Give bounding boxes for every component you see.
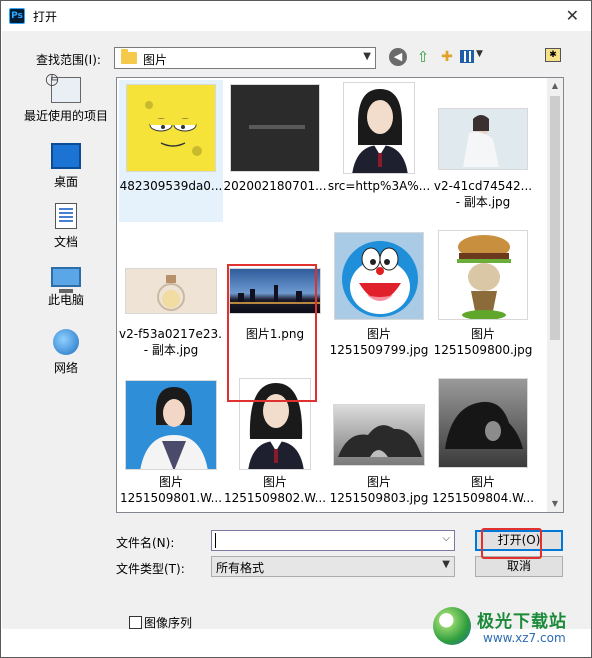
scroll-up-icon[interactable]: ▲ bbox=[547, 78, 563, 94]
cancel-button[interactable]: 取消 bbox=[475, 556, 563, 577]
file-name: 图片 bbox=[158, 475, 183, 489]
chevron-down-icon: ▼ bbox=[363, 51, 371, 62]
back-icon[interactable]: ◀ bbox=[389, 48, 407, 66]
dark-image-thumbnail bbox=[230, 84, 320, 172]
places-bar: 最近使用的项目 桌面 文档 此电脑 网络 bbox=[20, 69, 112, 377]
file-name-suffix: 1251509801.W... bbox=[119, 491, 223, 505]
look-in-dropdown[interactable]: 图片 ▼ bbox=[114, 47, 376, 69]
spongebob-thumbnail bbox=[126, 84, 216, 172]
look-in-label: 查找范围(I): bbox=[36, 53, 101, 67]
file-item[interactable]: 482309539da0... bbox=[119, 80, 223, 222]
place-network[interactable]: 网络 bbox=[20, 329, 112, 376]
perfume-bottle-thumbnail bbox=[125, 268, 217, 314]
open-dialog: Ps 打开 ✕ 查找范围(I): 图片 ▼ ◀ ⇧ ✚ ▼ ✱ 最近使用的项目 … bbox=[0, 0, 592, 658]
file-name: 图片 bbox=[366, 475, 391, 489]
file-item[interactable]: v2-41cd74542... - 副本.jpg bbox=[431, 80, 535, 222]
filetype-label: 文件类型(T): bbox=[116, 562, 185, 576]
filetype-dropdown[interactable]: 所有格式 ▼ bbox=[211, 556, 455, 577]
up-folder-icon[interactable]: ⇧ bbox=[414, 48, 432, 66]
file-item[interactable]: 图片 1251509799.jpg bbox=[327, 226, 431, 368]
file-name-suffix: - 副本.jpg bbox=[143, 343, 199, 357]
place-desktop[interactable]: 桌面 bbox=[20, 143, 112, 190]
file-item[interactable]: 图片 1251509803.jpg bbox=[327, 374, 431, 512]
chevron-down-icon: ▼ bbox=[442, 559, 450, 570]
library-icon[interactable]: ✱ bbox=[545, 48, 561, 62]
close-icon[interactable]: ✕ bbox=[566, 6, 579, 25]
watermark-logo-icon bbox=[433, 607, 471, 645]
window-title: 打开 bbox=[33, 10, 58, 24]
watermark-url: www.xz7.com bbox=[483, 631, 566, 645]
documents-icon bbox=[55, 203, 77, 229]
desktop-icon bbox=[51, 143, 81, 169]
file-name-suffix: 1251509804.W... bbox=[431, 491, 535, 505]
file-name: v2-41cd74542... bbox=[433, 179, 533, 193]
place-label: 此电脑 bbox=[47, 293, 84, 307]
image-sequence-label: 图像序列 bbox=[144, 616, 193, 630]
portrait-thumbnail bbox=[343, 82, 415, 174]
place-computer[interactable]: 此电脑 bbox=[20, 267, 112, 308]
rock-arch-thumbnail bbox=[333, 404, 425, 466]
file-name: 482309539da0... bbox=[119, 179, 223, 193]
burger-tower-thumbnail bbox=[438, 230, 528, 320]
folder-icon bbox=[121, 49, 137, 64]
filename-input[interactable]: ⌵ bbox=[211, 530, 455, 551]
file-name-suffix: 1251509799.jpg bbox=[329, 343, 429, 357]
file-list[interactable]: 482309539da0... 202002180701... src=http… bbox=[116, 77, 564, 513]
vertical-scrollbar[interactable]: ▲ ▼ bbox=[547, 78, 563, 512]
file-name: 图片 bbox=[366, 327, 391, 341]
file-item[interactable]: 图片 1251509800.jpg bbox=[431, 226, 535, 368]
file-name: src=http%3A%... bbox=[327, 179, 431, 193]
chevron-down-icon: ▼ bbox=[476, 49, 483, 59]
network-icon bbox=[53, 329, 79, 355]
file-item[interactable]: src=http%3A%... bbox=[327, 80, 431, 222]
grid-view-icon bbox=[460, 50, 474, 63]
scroll-thumb[interactable] bbox=[550, 96, 560, 340]
scroll-down-icon[interactable]: ▼ bbox=[547, 496, 563, 512]
image-sequence-checkbox[interactable] bbox=[129, 616, 142, 629]
file-name: 图片 bbox=[470, 327, 495, 341]
photoshop-logo-icon: Ps bbox=[9, 8, 25, 24]
filetype-value: 所有格式 bbox=[216, 561, 265, 575]
filename-label: 文件名(N): bbox=[116, 536, 175, 550]
watermark: 极光下载站 www.xz7.com bbox=[433, 605, 592, 655]
chevron-down-icon[interactable]: ⌵ bbox=[442, 533, 450, 544]
look-in-value: 图片 bbox=[143, 53, 168, 67]
watermark-text: 极光下载站 bbox=[477, 612, 567, 632]
file-name: 图片 bbox=[262, 475, 287, 489]
doraemon-thumbnail bbox=[334, 232, 424, 320]
file-item[interactable]: 图片 1251509801.W... bbox=[119, 374, 223, 512]
title-bar: Ps 打开 ✕ bbox=[1, 1, 591, 31]
place-label: 桌面 bbox=[53, 175, 78, 189]
highlight-box bbox=[481, 528, 542, 559]
file-name-suffix: 1251509800.jpg bbox=[433, 343, 533, 357]
rock-formation-thumbnail bbox=[438, 378, 528, 468]
highlight-box bbox=[227, 264, 317, 402]
new-folder-icon[interactable]: ✚ bbox=[438, 48, 456, 66]
file-name-suffix: 1251509802.W... bbox=[223, 491, 327, 505]
file-name-suffix: 1251509803.jpg bbox=[329, 491, 429, 505]
text-caret bbox=[215, 533, 216, 548]
recent-icon bbox=[45, 69, 81, 103]
file-name-suffix: - 副本.jpg bbox=[455, 195, 511, 209]
girl-photo-thumbnail bbox=[438, 108, 528, 170]
place-label: 网络 bbox=[53, 361, 78, 375]
file-name: 202002180701... bbox=[223, 179, 327, 193]
place-label: 文档 bbox=[53, 235, 78, 249]
view-menu-icon[interactable]: ▼ bbox=[460, 48, 486, 66]
file-item[interactable]: v2-f53a0217e23... - 副本.jpg bbox=[119, 226, 223, 368]
place-label: 最近使用的项目 bbox=[23, 109, 108, 123]
dialog-body: 查找范围(I): 图片 ▼ ◀ ⇧ ✚ ▼ ✱ 最近使用的项目 桌面 文档 bbox=[2, 31, 591, 630]
file-name: v2-f53a0217e23... bbox=[119, 327, 223, 341]
student-photo-thumbnail bbox=[125, 380, 217, 470]
file-item[interactable]: 202002180701... bbox=[223, 80, 327, 222]
file-name: 图片 bbox=[470, 475, 495, 489]
place-recent[interactable]: 最近使用的项目 bbox=[20, 69, 112, 124]
place-documents[interactable]: 文档 bbox=[20, 203, 112, 250]
file-item[interactable]: 图片 1251509804.W... bbox=[431, 374, 535, 512]
computer-icon bbox=[51, 267, 81, 293]
